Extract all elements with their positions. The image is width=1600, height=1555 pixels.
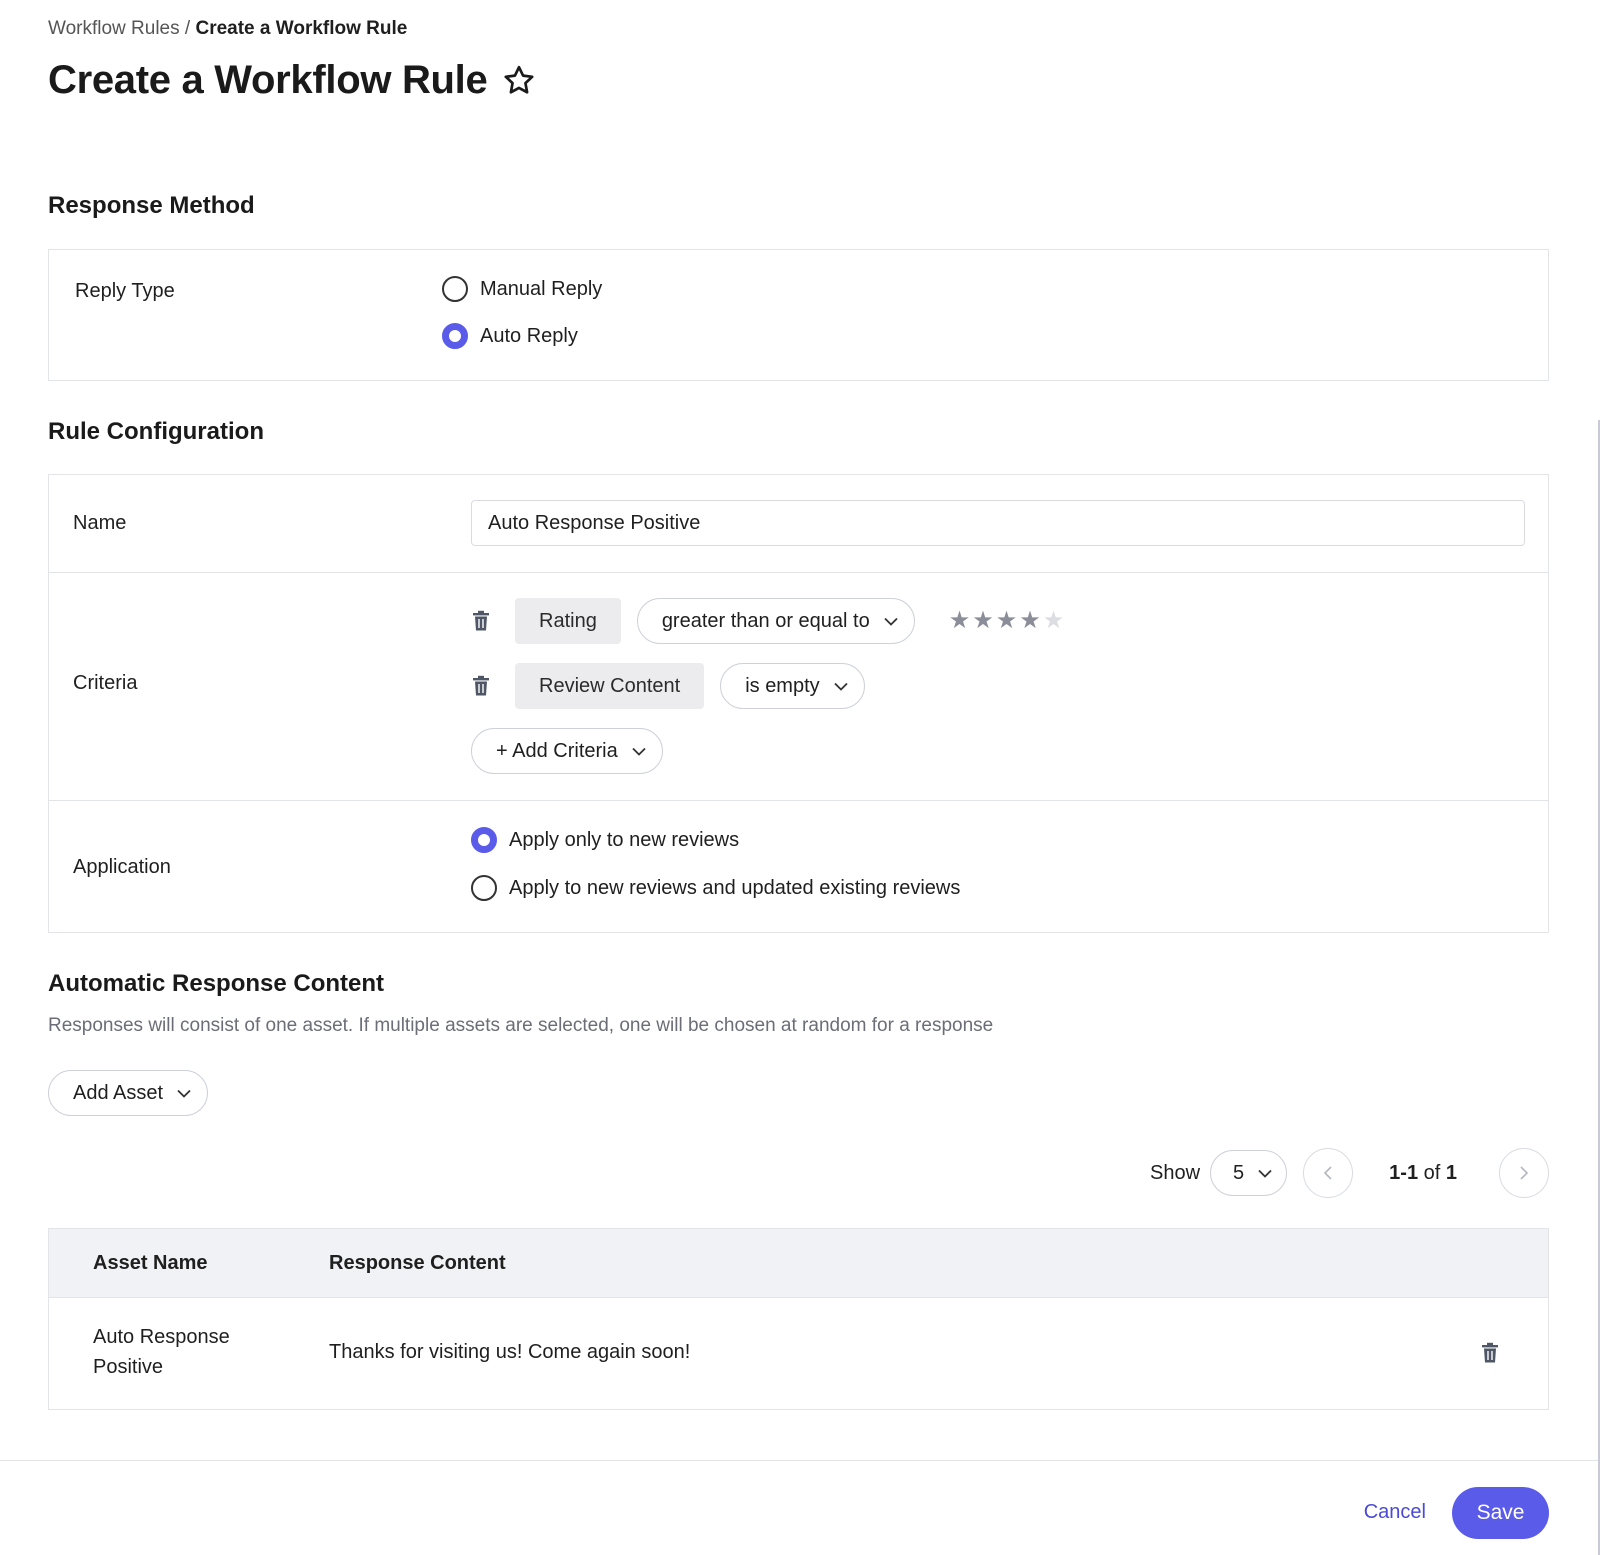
page-range: 1-1 of 1 (1389, 1162, 1457, 1185)
star-filled-icon[interactable]: ★ (996, 609, 1018, 633)
star-filled-icon[interactable]: ★ (1019, 609, 1041, 633)
name-label: Name (73, 512, 127, 534)
breadcrumb-separator: / (179, 18, 196, 39)
footer-bar: Cancel Save (0, 1460, 1600, 1555)
criteria-operator-value: greater than or equal to (661, 609, 870, 632)
chevron-down-icon (1258, 1169, 1272, 1178)
apply-updated-reviews-label: Apply to new reviews and updated existin… (509, 876, 961, 899)
breadcrumb-parent-link[interactable]: Workflow Rules (48, 18, 180, 39)
reply-type-label: Reply Type (75, 280, 175, 302)
apply-new-reviews-label: Apply only to new reviews (509, 828, 740, 851)
manual-reply-radio[interactable] (442, 276, 468, 302)
asset-name-line: Auto Response (93, 1326, 230, 1348)
chevron-down-icon (632, 747, 646, 756)
add-criteria-label: + Add Criteria (496, 739, 618, 762)
star-filled-icon[interactable]: ★ (949, 609, 971, 633)
page-title: Create a Workflow Rule (48, 58, 488, 102)
page-range-of: of (1423, 1161, 1441, 1184)
name-row: Name (49, 475, 1548, 573)
reply-type-row: Reply Type Manual Reply Auto Reply (49, 250, 1548, 380)
chevron-right-icon (1520, 1166, 1529, 1180)
chevron-left-icon (1324, 1166, 1332, 1180)
pagination: Show 5 1-1 of 1 (1150, 1148, 1549, 1198)
add-criteria-button[interactable]: + Add Criteria (471, 728, 663, 774)
rule-configuration-panel: Name Criteria Rating greater than or equ… (48, 474, 1549, 933)
add-asset-label: Add Asset (73, 1081, 164, 1104)
auto-reply-label: Auto Reply (480, 324, 578, 347)
criteria-label: Criteria (73, 672, 138, 694)
page-size-value: 5 (1233, 1161, 1245, 1184)
chevron-down-icon (177, 1089, 191, 1098)
table-row: Auto Response Positive Thanks for visiti… (49, 1298, 1548, 1409)
criteria-row: Criteria Rating greater than or equal to… (49, 573, 1548, 801)
automatic-response-title: Automatic Response Content (48, 970, 385, 997)
rating-stars[interactable]: ★ ★ ★ ★ ★ (949, 609, 1065, 633)
application-label: Application (73, 856, 171, 878)
criteria-field-chip: Review Content (515, 663, 705, 709)
page-header: Create a Workflow Rule (48, 58, 537, 103)
breadcrumb: Workflow Rules / Create a Workflow Rule (48, 18, 407, 40)
star-empty-icon[interactable]: ★ (1043, 609, 1065, 633)
response-content-cell: Thanks for visiting us! Come again soon! (329, 1341, 691, 1363)
trash-icon[interactable] (1480, 1342, 1500, 1364)
manual-reply-label: Manual Reply (480, 277, 603, 300)
application-row: Application Apply only to new reviews Ap… (49, 801, 1548, 932)
criteria-item-review-content: Review Content is empty (471, 663, 865, 709)
apply-new-reviews-radio[interactable] (471, 827, 497, 853)
asset-name-cell: Auto Response Positive (93, 1322, 230, 1382)
favorite-star-icon[interactable] (501, 63, 537, 99)
apply-new-reviews-option[interactable]: Apply only to new reviews (471, 827, 739, 853)
manual-reply-option[interactable]: Manual Reply (442, 276, 602, 302)
trash-icon[interactable] (471, 610, 491, 632)
response-method-title: Response Method (48, 192, 255, 219)
breadcrumb-current: Create a Workflow Rule (195, 18, 408, 39)
rule-configuration-title: Rule Configuration (48, 418, 264, 445)
chevron-down-icon (834, 682, 848, 691)
chevron-down-icon (884, 617, 898, 626)
page-size-select[interactable]: 5 (1210, 1150, 1288, 1196)
criteria-operator-select[interactable]: greater than or equal to (636, 598, 915, 644)
automatic-response-description: Responses will consist of one asset. If … (48, 1015, 994, 1036)
rule-name-input[interactable] (471, 500, 1525, 546)
criteria-operator-select[interactable]: is empty (720, 663, 865, 709)
column-header-asset-name: Asset Name (93, 1252, 208, 1274)
auto-reply-radio[interactable] (442, 323, 468, 349)
cancel-button[interactable]: Cancel (1364, 1501, 1426, 1524)
asset-name-line: Positive (93, 1356, 164, 1378)
save-button[interactable]: Save (1452, 1487, 1549, 1539)
previous-page-button[interactable] (1303, 1148, 1354, 1198)
add-asset-button[interactable]: Add Asset (48, 1070, 209, 1116)
response-method-panel: Reply Type Manual Reply Auto Reply (48, 249, 1549, 381)
column-header-response-content: Response Content (329, 1252, 506, 1274)
show-label: Show (1150, 1161, 1201, 1184)
add-criteria-row: + Add Criteria (471, 728, 663, 774)
page-range-total: 1 (1445, 1161, 1457, 1184)
assets-table: Asset Name Response Content Auto Respons… (48, 1228, 1549, 1410)
auto-reply-option[interactable]: Auto Reply (442, 323, 578, 349)
criteria-operator-value: is empty (745, 674, 820, 697)
star-filled-icon[interactable]: ★ (972, 609, 994, 633)
table-header: Asset Name Response Content (49, 1229, 1548, 1298)
criteria-item-rating: Rating greater than or equal to ★ ★ ★ ★ … (471, 598, 1064, 644)
page-range-value: 1-1 (1389, 1161, 1419, 1184)
next-page-button[interactable] (1499, 1148, 1549, 1198)
apply-updated-reviews-radio[interactable] (471, 875, 497, 901)
apply-updated-reviews-option[interactable]: Apply to new reviews and updated existin… (471, 875, 960, 901)
criteria-field-chip: Rating (515, 598, 621, 644)
trash-icon[interactable] (471, 675, 491, 697)
